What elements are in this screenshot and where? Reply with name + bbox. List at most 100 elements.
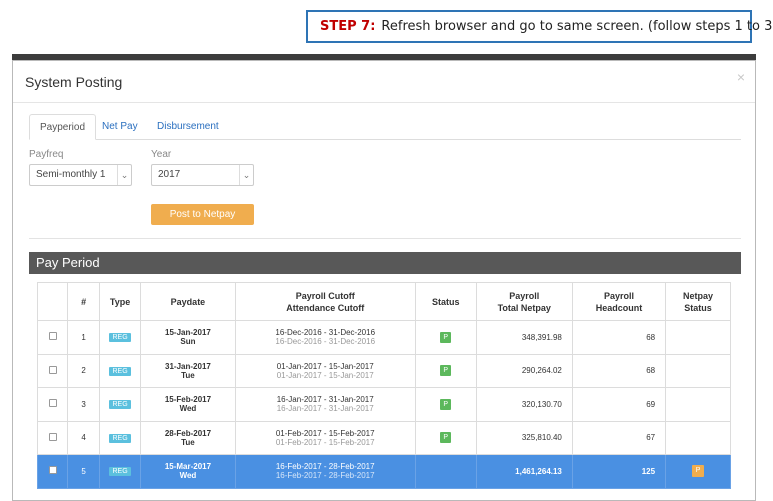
table-row[interactable]: 3 REG 15-Feb-2017 Wed 16-Jan-2017 - 31-Ja… xyxy=(36,387,731,422)
pay-period-table: # Type Paydate Payroll Cutoff Attendance … xyxy=(36,282,731,489)
paydate-day: Tue xyxy=(181,370,195,380)
step-text: Refresh browser and go to same screen. (… xyxy=(381,19,773,34)
row-checkbox[interactable] xyxy=(48,365,57,374)
row-headcount: 68 xyxy=(571,353,667,388)
paydate-day: Tue xyxy=(181,437,195,447)
table-row[interactable]: 1 REG 15-Jan-2017 Sun 16-Dec-2016 - 31-De… xyxy=(36,320,731,355)
post-to-netpay-button[interactable]: Post to Netpay xyxy=(151,204,254,225)
payroll-cutoff: 16-Feb-2017 - 28-Feb-2017 xyxy=(275,462,375,472)
row-netpay: 290,264.02 xyxy=(475,353,573,388)
payfreq-label: Payfreq xyxy=(29,149,64,160)
row-netpay-status: P xyxy=(665,454,731,489)
close-icon[interactable]: × xyxy=(737,69,745,85)
row-cutoff: 01-Feb-2017 - 15-Feb-2017 01-Feb-2017 - 1… xyxy=(234,420,416,455)
payroll-cutoff: 16-Dec-2016 - 31-Dec-2016 xyxy=(275,328,376,338)
row-paydate: 31-Jan-2017 Tue xyxy=(140,353,236,388)
tab-net-pay[interactable]: Net Pay xyxy=(102,114,138,140)
header-netpay-line2: Total Netpay xyxy=(497,302,551,313)
row-checkbox[interactable] xyxy=(48,466,57,475)
payroll-cutoff: 01-Jan-2017 - 15-Jan-2017 xyxy=(276,361,374,371)
row-num: 1 xyxy=(67,320,100,355)
row-status-cell: P xyxy=(414,320,477,355)
type-badge: REG xyxy=(109,333,131,343)
header-type: Type xyxy=(98,282,142,321)
type-badge: REG xyxy=(109,400,131,410)
row-status-cell: P xyxy=(414,353,477,388)
status-badge: P xyxy=(440,432,452,444)
header-headcount-line2: Headcount xyxy=(595,302,643,313)
row-type-cell: REG xyxy=(98,454,142,489)
row-num: 2 xyxy=(67,353,100,388)
status-badge: P xyxy=(440,331,452,343)
status-badge: P xyxy=(440,398,452,410)
row-checkbox-cell xyxy=(36,420,69,455)
row-netpay-status xyxy=(665,387,731,422)
header-netpay-line1: Payroll xyxy=(509,290,540,301)
row-checkbox-cell xyxy=(36,320,69,355)
paydate-day: Sun xyxy=(180,337,196,347)
attendance-cutoff: 01-Jan-2017 - 15-Jan-2017 xyxy=(276,370,374,380)
header-headcount-line1: Payroll xyxy=(603,290,634,301)
status-badge: P xyxy=(440,365,452,377)
paydate-day: Wed xyxy=(179,404,197,414)
payroll-cutoff: 16-Jan-2017 - 31-Jan-2017 xyxy=(276,395,374,405)
row-netpay: 348,391.98 xyxy=(475,320,573,355)
row-num: 3 xyxy=(67,387,100,422)
row-checkbox[interactable] xyxy=(48,332,57,341)
row-paydate: 15-Mar-2017 Wed xyxy=(140,454,236,489)
tab-payperiod[interactable]: Payperiod xyxy=(29,114,97,140)
year-select[interactable]: 2017 ⌄ xyxy=(151,164,254,186)
header-netpay: Payroll Total Netpay xyxy=(475,282,573,321)
table-row-selected[interactable]: 5 REG 15-Mar-2017 Wed 16-Feb-2017 - 28-Fe… xyxy=(36,454,731,489)
type-badge: REG xyxy=(109,433,131,443)
header-netpay-status: Netpay Status xyxy=(665,282,731,321)
paydate-day: Wed xyxy=(179,471,197,481)
tab-disbursement[interactable]: Disbursement xyxy=(157,114,219,140)
type-badge: REG xyxy=(109,467,131,477)
row-type-cell: REG xyxy=(98,353,142,388)
attendance-cutoff: 16-Feb-2017 - 28-Feb-2017 xyxy=(275,471,375,481)
attendance-cutoff: 16-Dec-2016 - 31-Dec-2016 xyxy=(275,337,376,347)
row-netpay: 325,810.40 xyxy=(475,420,573,455)
paydate-date: 15-Mar-2017 xyxy=(164,462,212,472)
modal-header: System Posting × xyxy=(13,61,755,103)
chevron-down-icon: ⌄ xyxy=(239,165,253,185)
row-headcount: 69 xyxy=(571,387,667,422)
table-row[interactable]: 4 REG 28-Feb-2017 Tue 01-Feb-2017 - 15-Fe… xyxy=(36,420,731,455)
header-cutoff-line2: Attendance Cutoff xyxy=(286,302,365,313)
header-cutoff-line1: Payroll Cutoff xyxy=(295,290,355,301)
type-badge: REG xyxy=(109,366,131,376)
paydate-date: 15-Jan-2017 xyxy=(165,328,211,338)
row-netpay: 320,130.70 xyxy=(475,387,573,422)
row-headcount: 67 xyxy=(571,420,667,455)
paydate-date: 31-Jan-2017 xyxy=(165,361,211,371)
row-status-cell xyxy=(414,454,477,489)
row-netpay-status xyxy=(665,320,731,355)
row-checkbox[interactable] xyxy=(48,399,57,408)
row-type-cell: REG xyxy=(98,420,142,455)
header-netpay-status-line2: Status xyxy=(684,302,712,313)
row-paydate: 15-Feb-2017 Wed xyxy=(140,387,236,422)
step-label: STEP 7: xyxy=(320,19,376,34)
tab-bar: Payperiod Net Pay Disbursement xyxy=(29,114,741,140)
chevron-down-icon: ⌄ xyxy=(117,165,131,185)
row-cutoff: 16-Feb-2017 - 28-Feb-2017 16-Feb-2017 - 2… xyxy=(234,454,416,489)
row-type-cell: REG xyxy=(98,320,142,355)
row-checkbox-cell xyxy=(36,353,69,388)
row-type-cell: REG xyxy=(98,387,142,422)
header-select xyxy=(36,282,69,321)
row-checkbox[interactable] xyxy=(48,432,57,441)
attendance-cutoff: 16-Jan-2017 - 31-Jan-2017 xyxy=(276,404,374,414)
year-value: 2017 xyxy=(158,169,181,180)
row-netpay: 1,461,264.13 xyxy=(475,454,573,489)
pay-period-panel-title: Pay Period xyxy=(29,252,741,274)
system-posting-modal: System Posting × Payperiod Net Pay Disbu… xyxy=(12,60,756,501)
row-checkbox-cell xyxy=(36,387,69,422)
header-cutoff: Payroll Cutoff Attendance Cutoff xyxy=(234,282,416,321)
row-cutoff: 01-Jan-2017 - 15-Jan-2017 01-Jan-2017 - 1… xyxy=(234,353,416,388)
row-netpay-status xyxy=(665,353,731,388)
paydate-date: 28-Feb-2017 xyxy=(164,428,212,438)
table-row[interactable]: 2 REG 31-Jan-2017 Tue 01-Jan-2017 - 15-Ja… xyxy=(36,353,731,388)
row-num: 4 xyxy=(67,420,100,455)
payfreq-select[interactable]: Semi-monthly 1 ⌄ xyxy=(29,164,132,186)
